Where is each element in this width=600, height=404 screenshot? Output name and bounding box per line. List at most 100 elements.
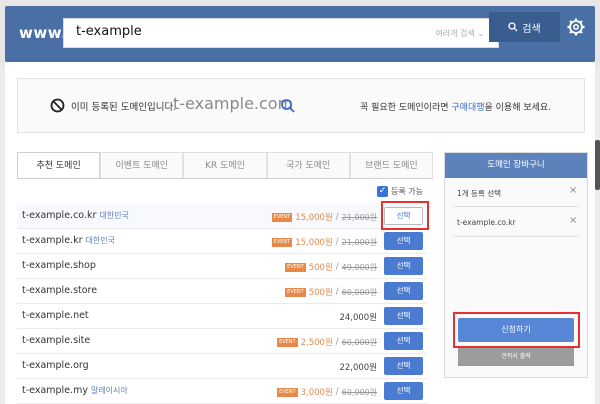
highlight-box [453, 312, 580, 348]
tab-brand[interactable]: 브랜드 도메인 [349, 152, 434, 178]
domain-name-text: t-example.my [22, 385, 88, 396]
price-area: 24,000원 [339, 311, 377, 323]
availability-checkbox[interactable]: ✓ [377, 186, 388, 197]
domain-name-text: t-example.store [22, 285, 98, 296]
price-separator: / [335, 262, 339, 272]
event-badge: EVENT [271, 237, 293, 247]
select-button[interactable]: 선택 [384, 282, 423, 300]
domain-name-text: t-example.shop [22, 260, 96, 271]
domain-row: t-example.kr 대한민국 EVENT 15,000원/21,000원 선택 [17, 229, 427, 254]
cart-remove-icon[interactable]: × [569, 215, 577, 226]
domain-row: t-example.store EVENT 500원/60,000원 선택 [17, 279, 427, 304]
domain-name: t-example.net [22, 310, 89, 321]
original-price: 21,000원 [341, 237, 377, 247]
gear-icon[interactable] [566, 17, 586, 37]
tab-kr[interactable]: KR 도메인 [183, 152, 267, 178]
price: 22,000원 [339, 363, 377, 373]
scope-label: 여러개 검색 [435, 29, 475, 38]
brand-label: www. [19, 24, 68, 42]
domain-name-text: t-example.kr [22, 235, 83, 246]
prohibited-icon [50, 98, 65, 113]
price-separator: / [335, 387, 339, 397]
domain-row: t-example.site EVENT 2,500원/60,000원 선택 [17, 329, 427, 354]
select-button[interactable]: 선택 [384, 307, 423, 325]
original-price: 60,000원 [341, 337, 377, 347]
select-button[interactable]: 선택 [384, 332, 423, 350]
notice-registered-text: 이미 등록된 도메인입니다. [71, 102, 177, 113]
availability-notice: 이미 등록된 도메인입니다. t-example.com 꼭 필요한 도메인이라… [17, 78, 585, 133]
tab-country[interactable]: 국가 도메인 [266, 152, 350, 178]
sale-price: 15,000원 [295, 238, 333, 248]
cart-clear-icon[interactable]: × [569, 185, 577, 196]
domain-row: t-example.co.kr 대한민국 EVENT 15,000원/21,000원 선… [17, 204, 427, 229]
country-label: 말레이시아 [90, 386, 128, 395]
price-separator: / [335, 287, 339, 297]
scrollbar[interactable] [595, 140, 600, 190]
domain-name-text: t-example.net [22, 310, 89, 321]
search-icon[interactable] [280, 98, 296, 114]
domain-name-text: t-example.org [22, 360, 89, 371]
highlight-box [381, 201, 429, 230]
original-price: 60,000원 [341, 387, 377, 397]
domain-name: t-example.org [22, 360, 89, 371]
domain-search-box[interactable]: t-example 여러개 검색 ⌄ [63, 18, 499, 48]
sale-price: 500원 [308, 288, 333, 298]
select-button[interactable]: 선택 [384, 232, 423, 250]
search-icon [508, 22, 518, 32]
tab-recommended[interactable]: 추천 도메인 [17, 152, 101, 178]
price-area: EVENT 500원/49,000원 [285, 261, 377, 273]
country-label: 대한민국 [99, 211, 129, 220]
event-badge: EVENT [277, 387, 298, 397]
select-button[interactable]: 선택 [384, 382, 423, 400]
domain-row: t-example.org 22,000원 선택 [17, 354, 427, 379]
estimate-print-button[interactable]: 견적서 출력 [458, 348, 574, 366]
sale-price: 15,000원 [295, 213, 333, 223]
notice-hint-post: 을 이용해 보세요. [484, 103, 552, 113]
notice-hint: 꼭 필요한 도메인이라면 구매대행을 이용해 보세요. [360, 100, 551, 113]
domain-row: t-example.net 24,000원 선택 [17, 304, 427, 329]
domain-name: t-example.store [22, 285, 97, 296]
price-separator: / [335, 237, 339, 247]
sale-price: 3,000원 [300, 388, 333, 398]
search-button[interactable]: 검색 [489, 12, 560, 42]
original-price: 49,000원 [341, 262, 377, 272]
event-badge: EVENT [285, 287, 306, 297]
tab-event[interactable]: 이벤트 도메인 [100, 152, 184, 178]
price-area: EVENT 500원/60,000원 [285, 286, 377, 298]
cart-count-text: 1개 등록 선택 [457, 189, 502, 198]
domain-name: t-example.my 말레이시아 [22, 385, 128, 396]
top-bar: www. t-example 여러개 검색 ⌄ 검색 [0, 0, 600, 66]
domain-name: t-example.kr 대한민국 [22, 235, 115, 246]
notice-hint-pre: 꼭 필요한 도메인이라면 [360, 103, 452, 113]
domain-name: t-example.co.kr 대한민국 [22, 210, 129, 221]
sale-price: 2,500원 [300, 338, 333, 348]
original-price: 60,000원 [341, 287, 377, 297]
price-area: 22,000원 [339, 361, 377, 373]
search-button-label: 검색 [522, 23, 541, 35]
select-button[interactable]: 선택 [384, 257, 423, 275]
availability-label: 등록 가능 [391, 187, 423, 196]
domain-name: t-example.site [22, 335, 90, 346]
chevron-down-icon: ⌄ [477, 29, 484, 38]
price-area: EVENT 15,000원/21,000원 [271, 236, 377, 248]
domain-name-text: t-example.site [22, 335, 91, 346]
domain-name: t-example.shop [22, 260, 96, 271]
search-input[interactable]: t-example [76, 24, 142, 39]
cart-item: t-example.co.kr [457, 218, 516, 227]
purchase-agent-link[interactable]: 구매대행 [451, 103, 484, 113]
divider [453, 236, 579, 237]
event-badge: EVENT [277, 337, 298, 347]
price-area: EVENT 15,000원/21,000원 [271, 211, 377, 223]
price-separator: / [335, 212, 339, 222]
select-button[interactable]: 선택 [384, 357, 423, 375]
search-scope-dropdown[interactable]: 여러개 검색 ⌄ [435, 28, 484, 39]
notice-domain: t-example.com [173, 94, 294, 113]
original-price: 21,000원 [341, 212, 377, 222]
cart-title: 도메인 장바구니 [445, 153, 587, 178]
event-badge: EVENT [271, 212, 293, 222]
price: 24,000원 [339, 313, 377, 323]
domain-name-text: t-example.co.kr [22, 210, 97, 221]
event-badge: EVENT [285, 262, 306, 272]
domain-tabs: 추천 도메인 이벤트 도메인 KR 도메인 국가 도메인 브랜드 도메인 [17, 152, 434, 179]
price-area: EVENT 3,000원/60,000원 [277, 386, 377, 398]
